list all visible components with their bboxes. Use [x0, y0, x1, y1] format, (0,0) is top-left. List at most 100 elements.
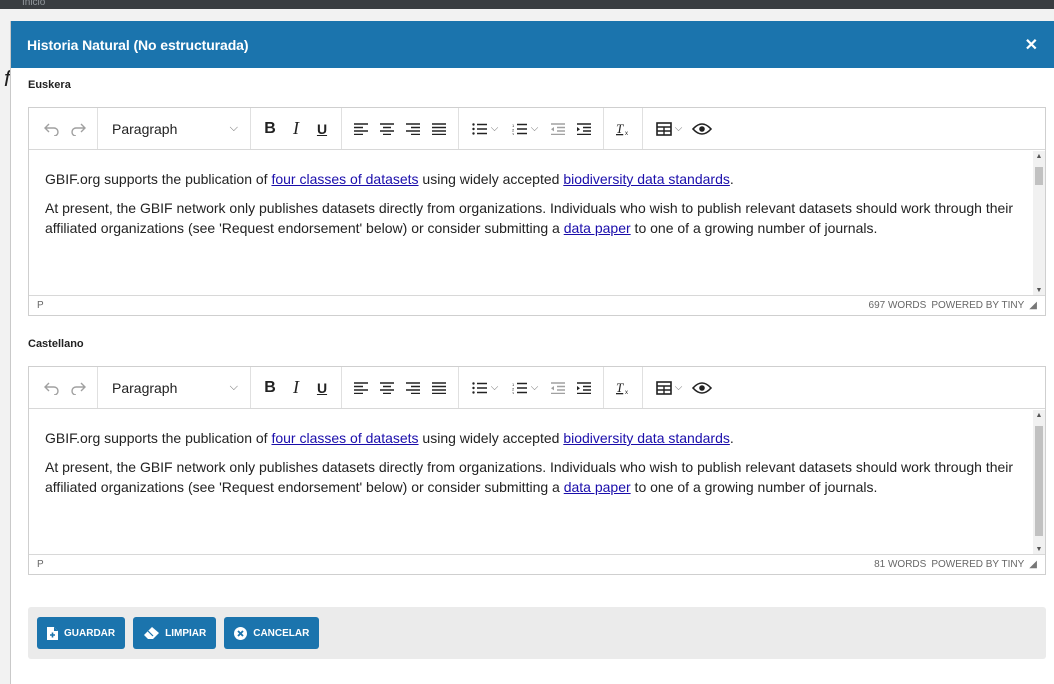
- underline-icon[interactable]: U: [309, 115, 335, 143]
- modal-title: Historia Natural (No estructurada): [27, 36, 249, 53]
- word-count[interactable]: 697 WORDS: [869, 300, 927, 311]
- indent-icon[interactable]: [571, 115, 597, 143]
- editor-content-area[interactable]: GBIF.org supports the publication of fou…: [29, 409, 1045, 555]
- scrollbar-thumb[interactable]: [1035, 426, 1043, 536]
- numbered-list-icon[interactable]: 123 ⌵: [505, 115, 545, 143]
- scroll-up-arrow-icon[interactable]: ▲: [1033, 153, 1045, 160]
- link-biodiversity-standards[interactable]: biodiversity data standards: [563, 171, 730, 187]
- text-run: GBIF.org supports the publication of: [45, 430, 272, 446]
- svg-text:T: T: [616, 381, 624, 395]
- align-center-icon[interactable]: [374, 115, 400, 143]
- style-group: B I U: [251, 367, 342, 408]
- save-button[interactable]: GUARDAR: [37, 617, 126, 649]
- chevron-down-icon: ⌵: [674, 123, 683, 134]
- redo-icon[interactable]: [65, 115, 91, 143]
- format-group: Paragraph ⌵: [98, 367, 251, 408]
- word-count[interactable]: 81 WORDS: [874, 559, 926, 570]
- file-save-icon: [47, 626, 58, 640]
- clear-formatting-icon[interactable]: Tx: [610, 115, 636, 143]
- modal-footer: GUARDAR LIMPIAR CANCELAR: [28, 607, 1046, 659]
- editor-toolbar: Paragraph ⌵ B I U ⌵ 1 2 3 ⌵ T x ⌵: [29, 108, 1045, 150]
- clear-format-group: Tx: [604, 108, 643, 149]
- modal-dialog: Historia Natural (No estructurada) ✕ Eus…: [10, 21, 1054, 684]
- scroll-down-arrow-icon[interactable]: ▼: [1033, 546, 1045, 553]
- list-group: ⌵ 123 ⌵: [459, 367, 604, 408]
- rich-text-editor-castellano: Paragraph ⌵ B I U ⌵ 1 2 3 ⌵ T x ⌵ GBIF.o…: [28, 366, 1046, 575]
- editor-scrollbar[interactable]: ▲ ▼: [1033, 151, 1045, 296]
- preview-eye-icon[interactable]: [689, 115, 715, 143]
- editor-scrollbar[interactable]: ▲ ▼: [1033, 410, 1045, 555]
- clear-button-label: LIMPIAR: [165, 627, 207, 639]
- link-data-paper[interactable]: data paper: [564, 479, 631, 495]
- align-left-icon[interactable]: [348, 374, 374, 402]
- svg-text:x: x: [625, 390, 628, 395]
- chevron-down-icon: ⌵: [229, 122, 238, 134]
- bullet-list-icon[interactable]: ⌵: [465, 374, 505, 402]
- link-four-classes[interactable]: four classes of datasets: [271, 171, 418, 187]
- link-four-classes[interactable]: four classes of datasets: [271, 430, 418, 446]
- table-icon[interactable]: ⌵: [649, 115, 689, 143]
- numbered-list-icon[interactable]: 123 ⌵: [505, 374, 545, 402]
- powered-by-link[interactable]: POWERED BY TINY: [931, 559, 1024, 570]
- text-run: using widely accepted: [418, 171, 564, 187]
- text-run: .: [729, 430, 734, 446]
- align-right-icon[interactable]: [400, 115, 426, 143]
- text-run: .: [729, 171, 734, 187]
- clear-formatting-icon[interactable]: Tx: [610, 374, 636, 402]
- link-biodiversity-standards[interactable]: biodiversity data standards: [563, 430, 730, 446]
- svg-text:3: 3: [512, 391, 515, 394]
- element-path[interactable]: P: [37, 300, 44, 311]
- outdent-icon[interactable]: [545, 115, 571, 143]
- cancel-button[interactable]: CANCELAR: [224, 617, 320, 649]
- undo-icon[interactable]: [39, 115, 65, 143]
- resize-handle-icon[interactable]: ◢: [1029, 300, 1037, 311]
- undo-icon[interactable]: [39, 374, 65, 402]
- paragraph-format-select[interactable]: Paragraph ⌵: [104, 115, 244, 143]
- chevron-down-icon: ⌵: [530, 123, 539, 134]
- resize-handle-icon[interactable]: ◢: [1029, 559, 1037, 570]
- text-run: GBIF.org supports the publication of: [45, 171, 272, 187]
- table-icon[interactable]: ⌵: [649, 374, 689, 402]
- scrollbar-thumb[interactable]: [1035, 167, 1043, 185]
- svg-text:T: T: [616, 122, 624, 136]
- history-group: [33, 367, 98, 408]
- link-data-paper[interactable]: data paper: [564, 220, 631, 236]
- cancel-circle-icon: [234, 626, 248, 640]
- align-justify-icon[interactable]: [426, 115, 452, 143]
- chevron-down-icon: ⌵: [674, 382, 683, 393]
- align-left-icon[interactable]: [348, 115, 374, 143]
- align-center-icon[interactable]: [374, 374, 400, 402]
- bullet-list-icon[interactable]: ⌵: [465, 115, 505, 143]
- language-label-castellano: Castellano: [28, 338, 84, 350]
- language-label-euskera: Euskera: [28, 79, 71, 91]
- preview-eye-icon[interactable]: [689, 374, 715, 402]
- scroll-down-arrow-icon[interactable]: ▼: [1033, 287, 1045, 294]
- clear-button[interactable]: LIMPIAR: [133, 617, 217, 649]
- paragraph-format-select[interactable]: Paragraph ⌵: [104, 374, 244, 402]
- list-group: ⌵ 123 ⌵: [459, 108, 604, 149]
- element-path[interactable]: P: [37, 559, 44, 570]
- bold-icon[interactable]: B: [257, 374, 283, 402]
- italic-icon[interactable]: I: [283, 374, 309, 402]
- align-justify-icon[interactable]: [426, 374, 452, 402]
- editor-content-area[interactable]: GBIF.org supports the publication of fou…: [29, 150, 1045, 296]
- scroll-up-arrow-icon[interactable]: ▲: [1033, 412, 1045, 419]
- style-group: B I U: [251, 108, 342, 149]
- align-group: [342, 367, 459, 408]
- italic-icon[interactable]: I: [283, 115, 309, 143]
- indent-icon[interactable]: [571, 374, 597, 402]
- content-paragraph: GBIF.org supports the publication of fou…: [45, 428, 1029, 448]
- modal-header: Historia Natural (No estructurada) ✕: [11, 21, 1054, 68]
- outdent-icon[interactable]: [545, 374, 571, 402]
- text-run: to one of a growing number of journals.: [630, 220, 878, 236]
- eraser-icon: [143, 627, 160, 639]
- bold-icon[interactable]: B: [257, 115, 283, 143]
- redo-icon[interactable]: [65, 374, 91, 402]
- close-icon[interactable]: ✕: [1025, 35, 1038, 55]
- content-paragraph: At present, the GBIF network only publis…: [45, 457, 1029, 497]
- underline-icon[interactable]: U: [309, 374, 335, 402]
- editor-statusbar: P 81 WORDS POWERED BY TINY ◢: [29, 554, 1045, 574]
- insert-group: ⌵: [643, 367, 721, 408]
- powered-by-link[interactable]: POWERED BY TINY: [931, 300, 1024, 311]
- align-right-icon[interactable]: [400, 374, 426, 402]
